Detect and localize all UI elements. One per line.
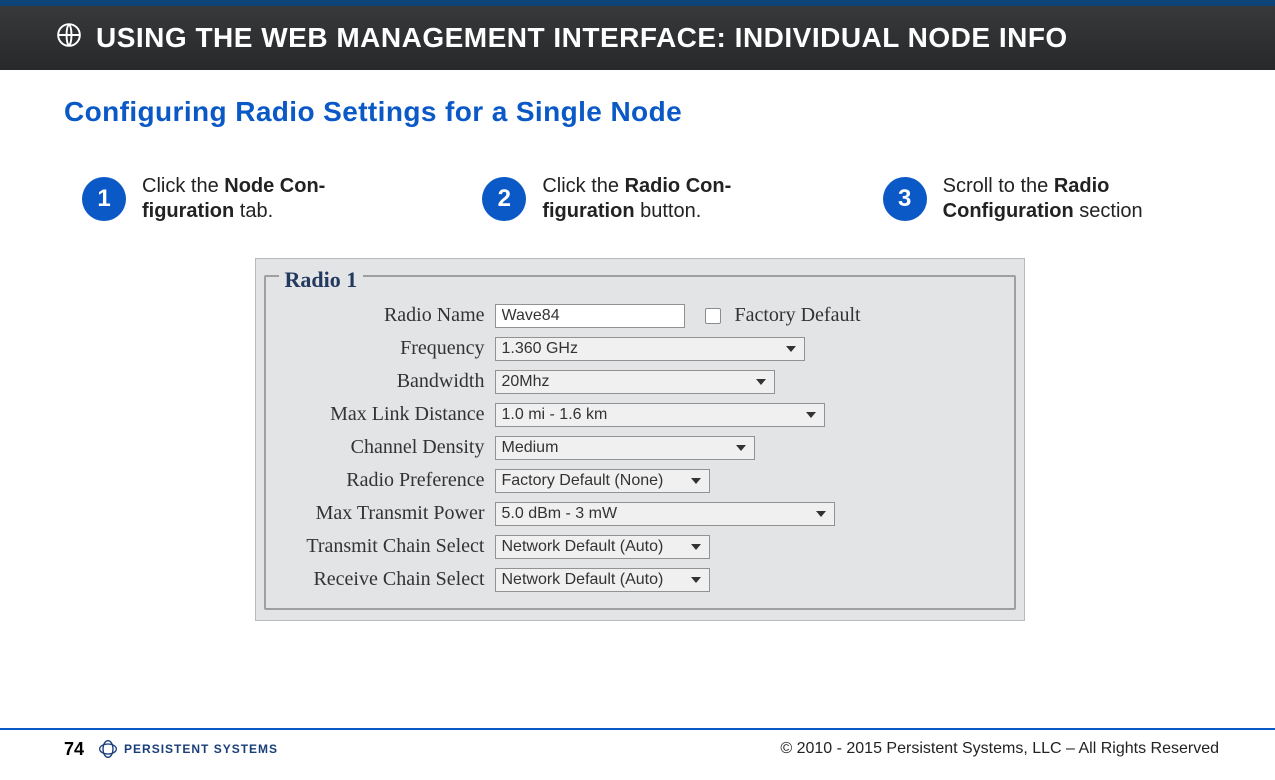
- row-transmit-chain-select: Transmit Chain Select Network Default (A…: [284, 530, 996, 563]
- frequency-value: 1.360 GHz: [502, 340, 578, 358]
- receive-chain-select-value: Network Default (Auto): [502, 571, 664, 589]
- label-frequency: Frequency: [284, 337, 489, 360]
- transmit-chain-select[interactable]: Network Default (Auto): [495, 535, 710, 559]
- max-transmit-power-select[interactable]: 5.0 dBm - 3 mW: [495, 502, 835, 526]
- bandwidth-select[interactable]: 20Mhz: [495, 370, 775, 394]
- page-header-title: USING THE WEB MANAGEMENT INTERFACE: INDI…: [96, 22, 1068, 54]
- channel-density-select[interactable]: Medium: [495, 436, 755, 460]
- caret-icon: [806, 412, 816, 418]
- form-rows: Radio Name Factory Default Frequency 1.3…: [284, 299, 996, 596]
- label-bandwidth: Bandwidth: [284, 370, 489, 393]
- step-badge-3: 3: [883, 177, 927, 221]
- max-link-distance-select[interactable]: 1.0 mi - 1.6 km: [495, 403, 825, 427]
- step-3-post: section: [1074, 200, 1143, 222]
- transmit-chain-select-value: Network Default (Auto): [502, 538, 664, 556]
- step-badge-2: 2: [482, 177, 526, 221]
- label-max-transmit-power: Max Transmit Power: [284, 502, 489, 525]
- channel-density-value: Medium: [502, 439, 559, 457]
- caret-icon: [756, 379, 766, 385]
- step-1: 1 Click the Node Con-figuration tab.: [82, 174, 414, 224]
- globe-icon: [56, 22, 82, 55]
- label-factory-default: Factory Default: [735, 304, 861, 327]
- copyright: © 2010 - 2015 Persistent Systems, LLC – …: [780, 740, 1219, 758]
- step-2-pre: Click the: [542, 175, 624, 197]
- frequency-select[interactable]: 1.360 GHz: [495, 337, 805, 361]
- step-2-text: Click the Radio Con-figuration button.: [542, 174, 814, 224]
- step-1-post: tab.: [234, 200, 273, 222]
- label-receive-chain-select: Receive Chain Select: [284, 568, 489, 591]
- caret-icon: [816, 511, 826, 517]
- step-1-text: Click the Node Con-figuration tab.: [142, 174, 414, 224]
- radio-preference-value: Factory Default (None): [502, 472, 664, 490]
- label-max-link-distance: Max Link Distance: [284, 403, 489, 426]
- caret-icon: [691, 478, 701, 484]
- row-receive-chain-select: Receive Chain Select Network Default (Au…: [284, 563, 996, 596]
- step-3: 3 Scroll to the Radio Configuration sect…: [883, 174, 1215, 224]
- page-number: 74: [64, 739, 84, 760]
- step-2-post: button.: [635, 200, 702, 222]
- page-header: USING THE WEB MANAGEMENT INTERFACE: INDI…: [0, 0, 1275, 70]
- bandwidth-value: 20Mhz: [502, 373, 550, 391]
- step-3-pre: Scroll to the: [943, 175, 1054, 197]
- row-bandwidth: Bandwidth 20Mhz: [284, 365, 996, 398]
- receive-chain-select[interactable]: Network Default (Auto): [495, 568, 710, 592]
- logo-text: PERSISTENT SYSTEMS: [124, 742, 278, 756]
- row-radio-preference: Radio Preference Factory Default (None): [284, 464, 996, 497]
- caret-icon: [786, 346, 796, 352]
- section-title: Configuring Radio Settings for a Single …: [64, 96, 1215, 128]
- label-transmit-chain-select: Transmit Chain Select: [284, 535, 489, 558]
- max-link-distance-value: 1.0 mi - 1.6 km: [502, 406, 608, 424]
- steps-row: 1 Click the Node Con-figuration tab. 2 C…: [64, 174, 1215, 224]
- radio-config-screenshot: Radio 1 Radio Name Factory Default Frequ…: [64, 258, 1215, 621]
- footer: 74 PERSISTENT SYSTEMS © 2010 - 2015 Pers…: [0, 728, 1275, 758]
- factory-default-checkbox[interactable]: [705, 308, 721, 324]
- persistent-systems-logo: PERSISTENT SYSTEMS: [98, 739, 278, 759]
- page: USING THE WEB MANAGEMENT INTERFACE: INDI…: [0, 0, 1275, 780]
- radio-config-panel: Radio 1 Radio Name Factory Default Frequ…: [255, 258, 1025, 621]
- body: Configuring Radio Settings for a Single …: [0, 70, 1275, 621]
- caret-icon: [736, 445, 746, 451]
- radio-preference-select[interactable]: Factory Default (None): [495, 469, 710, 493]
- label-radio-name: Radio Name: [284, 304, 489, 327]
- step-3-text: Scroll to the Radio Configuration sectio…: [943, 174, 1215, 224]
- step-badge-1: 1: [82, 177, 126, 221]
- row-channel-density: Channel Density Medium: [284, 431, 996, 464]
- radio1-legend: Radio 1: [279, 267, 364, 293]
- row-frequency: Frequency 1.360 GHz: [284, 332, 996, 365]
- radio-name-input[interactable]: [495, 304, 685, 328]
- step-2: 2 Click the Radio Con-figuration button.: [482, 174, 814, 224]
- radio1-fieldset: Radio 1 Radio Name Factory Default Frequ…: [264, 275, 1016, 610]
- caret-icon: [691, 544, 701, 550]
- footer-left: 74 PERSISTENT SYSTEMS: [64, 739, 278, 760]
- step-1-pre: Click the: [142, 175, 224, 197]
- label-channel-density: Channel Density: [284, 436, 489, 459]
- row-max-link-distance: Max Link Distance 1.0 mi - 1.6 km: [284, 398, 996, 431]
- caret-icon: [691, 577, 701, 583]
- row-radio-name: Radio Name Factory Default: [284, 299, 996, 332]
- row-max-transmit-power: Max Transmit Power 5.0 dBm - 3 mW: [284, 497, 996, 530]
- label-radio-preference: Radio Preference: [284, 469, 489, 492]
- max-transmit-power-value: 5.0 dBm - 3 mW: [502, 505, 618, 523]
